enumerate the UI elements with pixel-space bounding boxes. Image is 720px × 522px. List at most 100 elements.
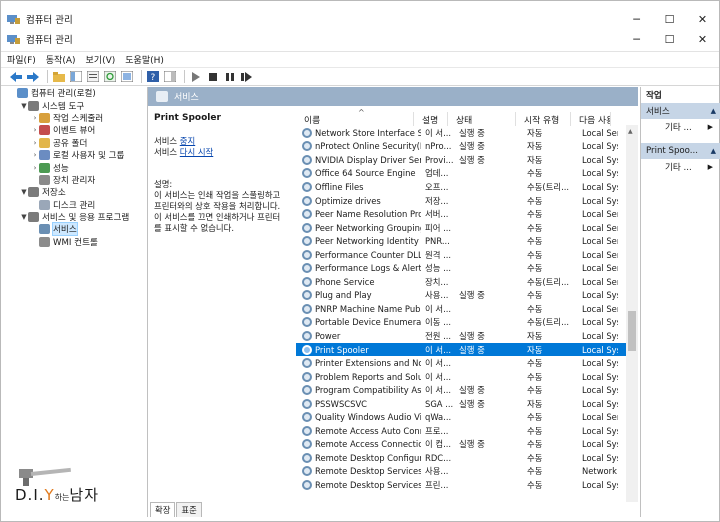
column-header-name[interactable]: 이름 bbox=[296, 112, 414, 126]
service-log-on-as: Local Ser bbox=[582, 303, 618, 314]
tree-node[interactable]: 컴퓨터 관리(로컬) bbox=[9, 87, 145, 99]
tree-node[interactable]: ▼ 서비스 및 응용 프로그램 bbox=[9, 211, 145, 223]
table-row[interactable]: Optimize drives 저장... 수동 Local Sys bbox=[296, 194, 638, 208]
inner-minimize-button[interactable]: ─ bbox=[620, 33, 653, 46]
tree-expander-icon[interactable]: › bbox=[31, 164, 39, 172]
mmc-view-icon[interactable] bbox=[163, 71, 176, 83]
table-row[interactable]: Remote Access Auto Conn... 프로... 수동 Local S… bbox=[296, 424, 638, 438]
table-row[interactable]: Plug and Play 사용... 실행 중 수동 Local Sys bbox=[296, 289, 638, 303]
menu-help[interactable]: 도움말(H) bbox=[125, 53, 164, 66]
column-header-description[interactable]: 설명 bbox=[414, 112, 448, 126]
show-hide-tree-icon[interactable] bbox=[69, 71, 82, 83]
back-arrow-icon[interactable] bbox=[9, 71, 22, 83]
menu-view[interactable]: 보기(V) bbox=[86, 53, 116, 66]
table-row[interactable]: Peer Name Resolution Prot... 서버... 수동 Local… bbox=[296, 207, 638, 221]
tab-standard[interactable]: 표준 bbox=[176, 502, 202, 517]
tab-extended[interactable]: 확장 bbox=[150, 502, 176, 517]
table-row[interactable]: Phone Service 장치... 수동(트리... Local Ser bbox=[296, 275, 638, 289]
tree-node[interactable]: 장치 관리자 bbox=[9, 174, 145, 186]
table-row[interactable]: Print Spooler 이 서... 실행 중 자동 Local Sys bbox=[296, 342, 638, 357]
service-name: Power bbox=[315, 330, 341, 341]
maximize-button[interactable]: ☐ bbox=[653, 13, 686, 26]
start-service-icon[interactable] bbox=[189, 71, 202, 83]
properties-icon[interactable] bbox=[86, 71, 99, 83]
table-row[interactable]: Remote Access Connection... 이 컴... 실행 중 수동 L… bbox=[296, 438, 638, 452]
minimize-button[interactable]: ─ bbox=[620, 13, 653, 26]
table-row[interactable]: Problem Reports and Soluti... 이 서... 수동 Loc… bbox=[296, 370, 638, 384]
table-row[interactable]: Peer Networking Identity ... PNR... 수동 Loca… bbox=[296, 234, 638, 248]
tree-node[interactable]: › 로컬 사용자 및 그룹 bbox=[9, 149, 145, 161]
restart-service-icon[interactable] bbox=[240, 71, 253, 83]
action-section-services[interactable]: 서비스 ▲ bbox=[641, 103, 720, 119]
table-row[interactable]: Peer Networking Grouping 피어 ... 수동 Local Se… bbox=[296, 221, 638, 235]
export-list-icon[interactable] bbox=[120, 71, 133, 83]
service-gear-icon bbox=[302, 290, 312, 301]
tree-node[interactable]: › 작업 스케줄러 bbox=[9, 112, 145, 124]
action-more-actions[interactable]: 기타 ... ▶ bbox=[641, 119, 720, 135]
list-scrollbar[interactable]: ▲ bbox=[626, 125, 638, 502]
table-row[interactable]: Quality Windows Audio Vi... qWa... 수동 Local… bbox=[296, 410, 638, 424]
table-row[interactable]: Performance Counter DLL ... 원격 ... 수동 Local… bbox=[296, 248, 638, 262]
table-row[interactable]: Power 전원 ... 실행 중 자동 Local Sys bbox=[296, 329, 638, 343]
table-row[interactable]: NVIDIA Display Driver Serv... Provi... 실행 … bbox=[296, 153, 638, 167]
tree-node[interactable]: WMI 컨트롤 bbox=[9, 236, 145, 248]
tree-node[interactable]: 디스크 관리 bbox=[9, 199, 145, 211]
stop-service-link[interactable]: 중지 bbox=[180, 136, 195, 146]
collapse-up-icon[interactable]: ▲ bbox=[711, 107, 716, 115]
tree-node[interactable]: ▼ 저장소 bbox=[9, 186, 145, 198]
help-icon[interactable]: ? bbox=[146, 71, 159, 83]
menu-action[interactable]: 동작(A) bbox=[46, 53, 76, 66]
table-row[interactable]: Network Store Interface Se... 이 서... 실행 중 자… bbox=[296, 126, 638, 140]
table-row[interactable]: Portable Device Enumerato... 이동 ... 수동(트리.… bbox=[296, 316, 638, 330]
outer-title-bar[interactable]: 컴퓨터 관리 ─ ☐ ✕ bbox=[1, 9, 719, 29]
service-name: Performance Logs & Alerts bbox=[315, 263, 421, 274]
action-section-print-spooler[interactable]: Print Spoo... ▲ bbox=[641, 143, 720, 159]
table-row[interactable]: Offline Files 오프... 수동(트리... Local Sys bbox=[296, 180, 638, 194]
table-row[interactable]: Remote Desktop Services ... 프린... 수동 Local … bbox=[296, 478, 638, 492]
service-name: Problem Reports and Soluti... bbox=[315, 371, 421, 382]
table-row[interactable]: Remote Desktop Configura... RDC... 수동 Local… bbox=[296, 451, 638, 465]
close-button[interactable]: ✕ bbox=[686, 13, 719, 26]
tree-node[interactable]: ▼ 시스템 도구 bbox=[9, 99, 145, 112]
pause-service-icon[interactable] bbox=[223, 71, 236, 83]
service-log-on-as: Local Sys bbox=[582, 479, 618, 490]
service-log-on-as: Local Sys bbox=[582, 195, 618, 206]
column-header-startup-type[interactable]: 시작 유형 bbox=[516, 112, 571, 126]
tree-node[interactable]: › 성능 bbox=[9, 161, 145, 174]
tree-expander-icon[interactable]: ▼ bbox=[20, 102, 28, 110]
tree-expander-icon[interactable]: ▼ bbox=[20, 188, 28, 196]
service-description: 이동 ... bbox=[425, 317, 452, 328]
table-row[interactable]: Program Compatibility Assi... 이 서... 실행 중 수… bbox=[296, 383, 638, 397]
table-row[interactable]: Performance Logs & Alerts 성능 ... 수동 Local S… bbox=[296, 261, 638, 275]
inner-close-button[interactable]: ✕ bbox=[686, 33, 719, 46]
restart-service-link[interactable]: 다시 시작 bbox=[180, 147, 213, 157]
tree-node[interactable]: 서비스 bbox=[9, 222, 145, 237]
refresh-icon[interactable] bbox=[103, 71, 116, 83]
column-header-log-on-as[interactable]: 다음 사용자 bbox=[571, 112, 611, 126]
tree-node[interactable]: › 공유 폴더 bbox=[9, 137, 145, 149]
menu-file[interactable]: 파일(F) bbox=[7, 53, 36, 66]
column-header-status[interactable]: 상태 bbox=[448, 112, 516, 126]
tree-node[interactable]: › 이벤트 뷰어 bbox=[9, 124, 145, 136]
collapse-up-icon[interactable]: ▲ bbox=[711, 147, 716, 155]
forward-arrow-icon[interactable] bbox=[26, 71, 39, 83]
tree-expander-icon[interactable]: › bbox=[31, 114, 39, 122]
table-row[interactable]: PSSWSCSVC SGA ... 실행 중 자동 Local Sys bbox=[296, 397, 638, 411]
inner-title-bar[interactable]: 컴퓨터 관리 ─ ☐ ✕ bbox=[1, 29, 719, 49]
scrollbar-thumb[interactable] bbox=[628, 311, 636, 351]
tree-expander-icon[interactable]: › bbox=[31, 126, 39, 134]
tree-expander-icon[interactable]: › bbox=[31, 139, 39, 147]
stop-service-icon[interactable] bbox=[206, 71, 219, 83]
table-row[interactable]: PNRP Machine Name Publi... 이 서... 수동 Local … bbox=[296, 302, 638, 316]
table-row[interactable]: Printer Extensions and Noti... 이 서... 수동 Lo… bbox=[296, 356, 638, 370]
table-row[interactable]: Office 64 Source Engine 업데... 수동 Local Sys bbox=[296, 167, 638, 181]
tree-expander-icon[interactable]: › bbox=[31, 151, 39, 159]
folder-up-icon[interactable] bbox=[52, 71, 65, 83]
scroll-up-arrow-icon[interactable]: ▲ bbox=[628, 128, 633, 135]
table-row[interactable]: Remote Desktop Services 사용... 수동 Network bbox=[296, 465, 638, 479]
tree-expander-icon[interactable]: ▼ bbox=[20, 213, 28, 221]
service-startup-type: 자동 bbox=[527, 344, 543, 355]
table-row[interactable]: nProtect Online Security(P... nPro... 실행 중… bbox=[296, 140, 638, 154]
inner-maximize-button[interactable]: ☐ bbox=[653, 33, 686, 46]
action-more-actions[interactable]: 기타 ... ▶ bbox=[641, 159, 720, 175]
